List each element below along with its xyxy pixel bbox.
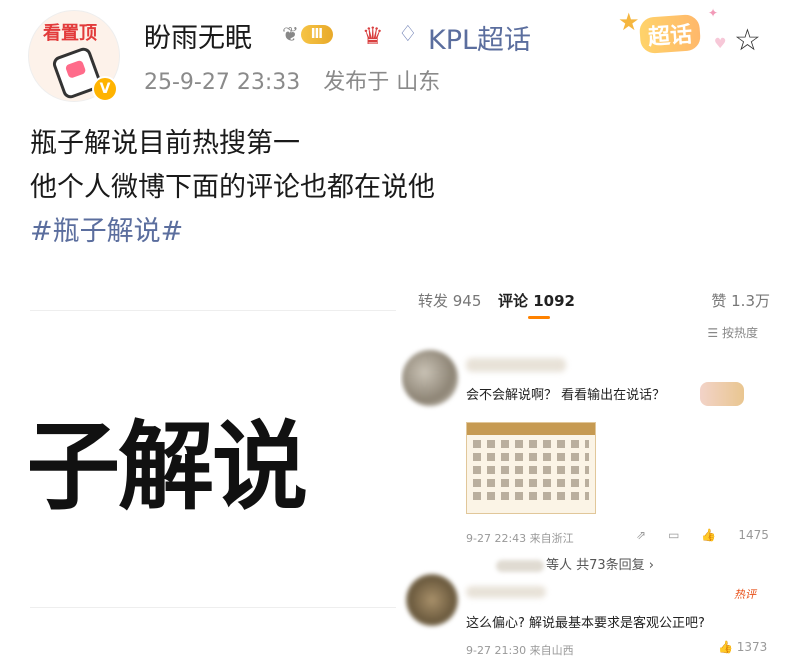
chaohua-badge[interactable]: ★ 超话 ✦ ♥ [618,6,728,58]
diamond-icon: ♢ [398,22,418,47]
post-image-right[interactable]: 转发 945 评论 1092 赞 1.3万 ☰ 按热度 会不会解说啊？ 看看输出… [400,280,770,662]
v-badge-icon: V [92,76,118,102]
medal-icon: ♛ [362,22,384,50]
comment-image [466,422,596,514]
comment-icon: ▭ [668,528,680,542]
username[interactable]: 盼雨无眠 [144,16,252,55]
like-count: 1373 [736,640,768,654]
post-line-1: 瓶子解说目前热搜第一 [30,128,300,159]
post-line-2: 他个人微博下面的评论也都在说他 [30,172,435,203]
sparkle-icon: ✦ [708,6,719,20]
timestamp: 25-9-27 23:33 [144,70,301,95]
topic-link[interactable]: KPL超话 [428,18,531,57]
reply-count: 等人 共73条回复 › [546,558,655,573]
avatar-text: 看置顶 [43,23,97,44]
active-tab-indicator [528,316,550,319]
comment-actions: ⇗ ▭ 👍 1475 [636,528,769,542]
post-image-left[interactable]: 子解说 [30,310,396,608]
level-badge[interactable]: ❦ Ⅲ [282,22,334,46]
like-icon: 👍 [701,528,717,542]
chaohua-label: 超话 [638,13,702,55]
comment-avatar [406,574,458,626]
comment-avatar [402,350,458,406]
sparkle-star-icon: ★ [618,8,640,36]
bunny-icon: ❦ [282,22,299,46]
post-meta: 25-9-27 23:33 发布于 山东 [144,64,440,96]
image-caption-text: 子解说 [30,411,308,523]
comment-username-blurred [466,586,546,598]
comment-like: 👍 1373 [718,640,768,654]
level-label: Ⅲ [300,24,334,44]
hashtag-link[interactable]: #瓶子解说# [30,210,435,254]
location: 发布于 山东 [323,70,441,95]
star-outline-icon[interactable]: ☆ [734,26,761,56]
heart-icon: ♥ [714,36,727,52]
comment-meta: 9-27 22:43 来自浙江 [466,532,574,545]
hot-comment-tag: 热评 [734,588,756,601]
tab-likes: 赞 1.3万 [711,292,770,310]
share-icon: ⇗ [636,528,647,542]
comment-decoration [700,382,744,406]
tab-repost: 转发 945 [418,292,482,310]
tab-comments: 评论 1092 [498,292,575,310]
comment-username-blurred [466,358,566,372]
comment-text: 这么偏心? 解说最基本要求是客观公正吧? [466,616,705,631]
post-text: 瓶子解说目前热搜第一 他个人微博下面的评论也都在说他 #瓶子解说# [30,122,435,254]
like-count: 1475 [738,528,769,542]
comment-meta: 9-27 21:30 来自山西 [466,644,574,657]
comment-tabs: 转发 945 评论 1092 赞 1.3万 [418,290,770,320]
comment-text: 会不会解说啊？ 看看输出在说话？ [466,388,666,403]
reply-summary: 等人 共73条回复 › [496,554,654,573]
sort-by-hot: ☰ 按热度 [707,326,758,340]
